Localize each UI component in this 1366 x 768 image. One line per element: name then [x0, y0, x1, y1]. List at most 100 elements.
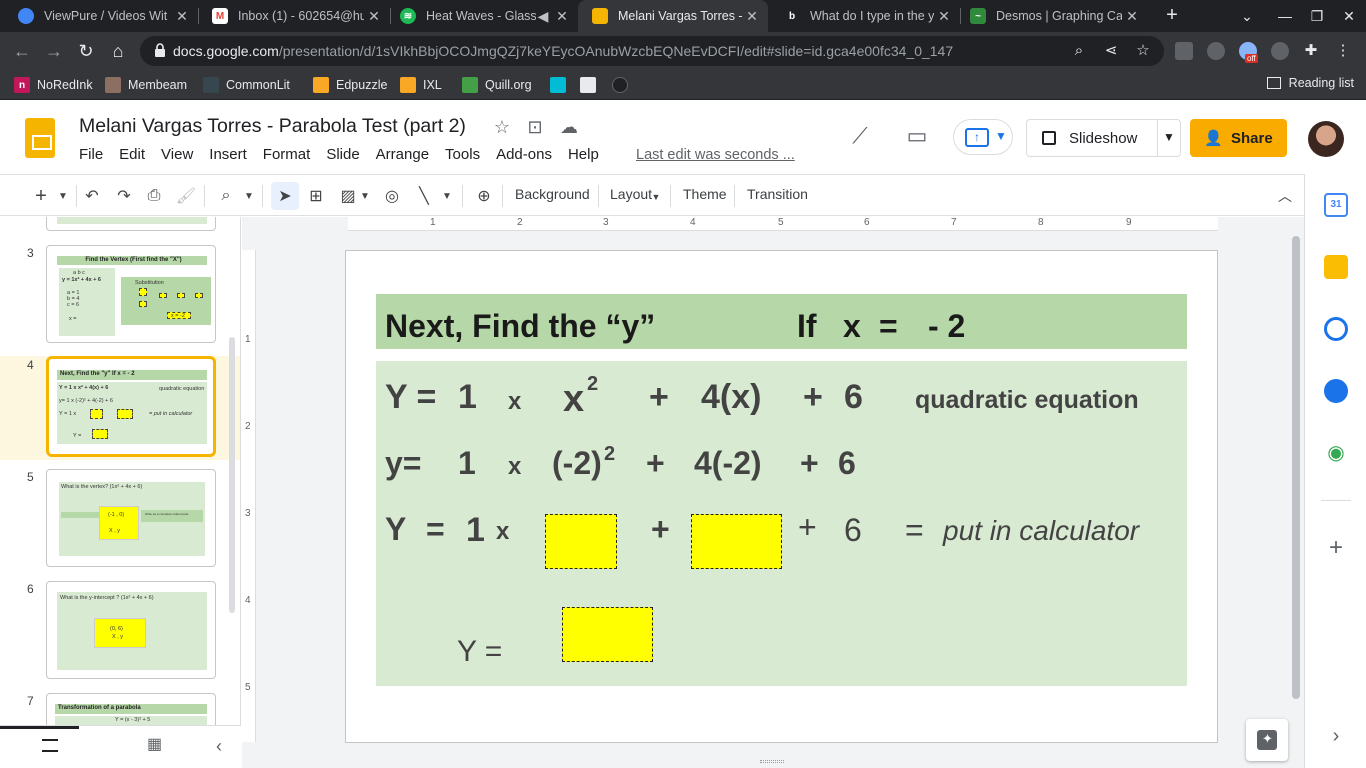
chevron-down-icon[interactable]: ▼: [56, 184, 70, 208]
close-icon[interactable]: ✕: [934, 8, 954, 25]
address-bar[interactable]: docs.google.com/presentation/d/1sVIkhBbj…: [140, 36, 1164, 66]
speaker-icon[interactable]: ◀: [536, 8, 550, 25]
close-window-button[interactable]: ✕: [1332, 0, 1366, 32]
bookmark-commonlit[interactable]: CommonLit: [203, 76, 290, 94]
row2-exponent[interactable]: 2: [604, 444, 615, 464]
row3-coefficient[interactable]: 1: [466, 513, 485, 547]
tab-gmail[interactable]: M Inbox (1) - 602654@hu ✕: [198, 0, 390, 32]
row2-plus[interactable]: +: [646, 447, 665, 479]
cloud-status-icon[interactable]: ☁: [559, 117, 579, 137]
close-icon[interactable]: ✕: [1122, 8, 1142, 25]
kebab-menu-icon[interactable]: ⋮: [1334, 42, 1352, 60]
row2-times[interactable]: x: [508, 455, 521, 479]
slide-thumbnail-2[interactable]: [46, 217, 216, 231]
row2-constant[interactable]: 6: [838, 447, 856, 479]
bookmark-edpuzzle[interactable]: Edpuzzle: [313, 76, 387, 94]
row2-plus[interactable]: +: [800, 447, 819, 479]
slide-thumbnail-5[interactable]: What is the vertex? (1x² + 4x + 6) (-1 ,…: [46, 469, 216, 567]
menu-addons[interactable]: Add-ons: [496, 146, 552, 163]
row3-equals[interactable]: =: [905, 514, 924, 546]
restore-button[interactable]: ❐: [1300, 0, 1334, 32]
extension-icon[interactable]: [1175, 42, 1193, 60]
last-edit-link[interactable]: Last edit was seconds ...: [636, 147, 795, 163]
menu-file[interactable]: File: [79, 146, 103, 163]
row3-equals[interactable]: =: [426, 513, 445, 545]
comments-icon[interactable]: ▭: [903, 123, 931, 151]
slide-thumbnail-6[interactable]: What is the y-intercept ? (1x² + 4x + 6)…: [46, 581, 216, 679]
forward-button[interactable]: →: [41, 38, 67, 64]
chevron-down-icon[interactable]: ▼: [358, 184, 372, 208]
row2-value[interactable]: (-2): [552, 447, 602, 479]
puzzle-icon[interactable]: ✚: [1302, 42, 1320, 60]
speaker-notes-handle[interactable]: [760, 760, 784, 763]
close-icon[interactable]: ✕: [552, 8, 572, 25]
paint-format-icon[interactable]: 🖌: [174, 184, 198, 208]
menu-format[interactable]: Format: [263, 146, 311, 163]
bookmark-quill[interactable]: Quill.org: [462, 76, 532, 94]
row1-times[interactable]: x: [508, 390, 521, 414]
put-in-calculator-note[interactable]: put in calculator: [943, 517, 1139, 545]
add-addon-icon[interactable]: +: [1324, 536, 1348, 561]
filmstrip-scrollbar[interactable]: [229, 337, 235, 613]
bookmark-ixl[interactable]: IXL: [400, 76, 442, 94]
bookmark-icon-only[interactable]: [580, 76, 603, 94]
collapse-panel-icon[interactable]: ‹: [216, 736, 222, 757]
expand-panel-icon[interactable]: ›: [1324, 725, 1348, 749]
row2-term[interactable]: 4(-2): [694, 447, 762, 479]
slide-title-equals[interactable]: =: [879, 310, 898, 342]
maps-icon[interactable]: ◉: [1324, 441, 1348, 465]
reload-button[interactable]: ↻: [73, 38, 99, 64]
answer-box-squared[interactable]: [545, 514, 617, 569]
row4-y-label[interactable]: Y =: [457, 637, 502, 667]
calendar-icon[interactable]: 31: [1324, 193, 1348, 217]
image-icon[interactable]: ▨: [336, 184, 360, 208]
slide-thumbnail-3[interactable]: Find the Vertex (First find the "X") a b…: [46, 245, 216, 343]
slides-logo-icon[interactable]: [25, 118, 55, 158]
chevron-down-icon[interactable]: ▼: [650, 185, 662, 209]
share-button[interactable]: 👤 Share: [1190, 119, 1287, 157]
slide-thumbnail-4[interactable]: Next, Find the "y" If x = - 2 Y = 1 x x²…: [46, 356, 216, 457]
extension-icon[interactable]: [1207, 42, 1225, 60]
slide-thumbnail-7[interactable]: Transformation of a parabola Y = (x - 3)…: [46, 693, 216, 725]
text-box-icon[interactable]: ⊞: [304, 184, 328, 208]
chevron-down-icon[interactable]: ▼: [440, 184, 454, 208]
document-title[interactable]: Melani Vargas Torres - Parabola Test (pa…: [79, 115, 466, 138]
shape-icon[interactable]: ◎: [380, 184, 404, 208]
canvas-scrollbar[interactable]: [1292, 236, 1300, 699]
redo-icon[interactable]: ↷: [112, 184, 136, 208]
row3-constant[interactable]: 6: [844, 514, 862, 546]
share-icon[interactable]: ⋖: [1102, 42, 1120, 60]
menu-slide[interactable]: Slide: [326, 146, 359, 163]
row3-times[interactable]: x: [496, 520, 509, 544]
reading-list[interactable]: Reading list: [1266, 76, 1354, 90]
row1-constant[interactable]: 6: [844, 380, 863, 414]
row1-y[interactable]: Y =: [385, 380, 436, 414]
explore-button[interactable]: ✦: [1246, 719, 1288, 761]
theme-button[interactable]: Theme: [683, 186, 727, 202]
menu-tools[interactable]: Tools: [445, 146, 480, 163]
undo-icon[interactable]: ↶: [80, 184, 104, 208]
layout-button[interactable]: Layout: [610, 186, 652, 202]
contacts-icon[interactable]: [1324, 379, 1348, 403]
zoom-icon[interactable]: ⌕: [1070, 42, 1088, 60]
menu-arrange[interactable]: Arrange: [376, 146, 429, 163]
new-slide-icon[interactable]: +: [30, 184, 52, 208]
tab-slides[interactable]: Melani Vargas Torres - ✕: [578, 0, 768, 32]
tab-viewpure[interactable]: ViewPure / Videos Wit ✕: [4, 0, 198, 32]
row1-plus[interactable]: +: [803, 380, 823, 414]
bookmark-star-icon[interactable]: ☆: [1134, 42, 1152, 60]
answer-box-y[interactable]: [562, 607, 653, 662]
chevron-down-icon[interactable]: ▼: [242, 184, 256, 208]
tab-search-icon[interactable]: ⌄: [1230, 0, 1264, 32]
row1-plus[interactable]: +: [649, 380, 669, 414]
avatar[interactable]: [1308, 121, 1344, 157]
row1-term[interactable]: 4(x): [701, 380, 761, 414]
minimize-button[interactable]: —: [1268, 0, 1302, 32]
move-folder-icon[interactable]: ⊡: [525, 117, 545, 137]
quadratic-equation-label[interactable]: quadratic equation: [915, 388, 1139, 413]
back-button[interactable]: ←: [9, 38, 35, 64]
activity-trend-icon[interactable]: ⟋: [846, 123, 874, 151]
tab-spotify[interactable]: ≋ Heat Waves - Glass ◀ ✕: [386, 0, 578, 32]
row1-exponent[interactable]: 2: [587, 374, 598, 394]
tasks-icon[interactable]: [1324, 317, 1348, 341]
